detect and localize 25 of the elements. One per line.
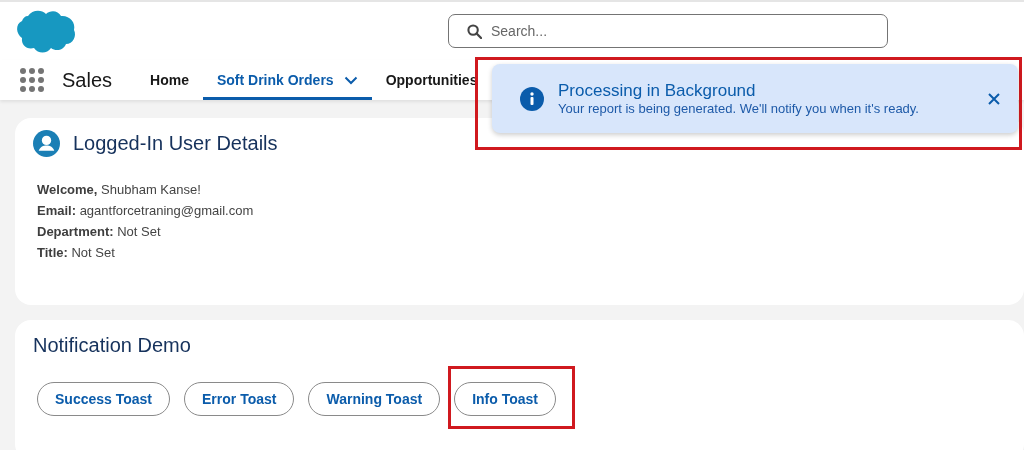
card-title: Notification Demo (33, 334, 191, 356)
toast-button[interactable]: Error Toast (184, 382, 295, 416)
detail-line: Department: Not Set (37, 223, 162, 241)
detail-line: Welcome, Shubham Kanse! (37, 181, 202, 199)
toast-button[interactable]: Warning Toast (308, 382, 441, 416)
nav-tab[interactable]: Home (136, 60, 203, 100)
chevron-down-icon (343, 75, 358, 85)
app-name: Sales (62, 68, 113, 92)
search-field[interactable]: Search... (448, 14, 888, 48)
info-icon (520, 86, 544, 111)
detail-line: Title: Not Set (37, 244, 116, 262)
nav-tab[interactable]: Soft Drink Orders (202, 60, 372, 100)
user-icon (33, 130, 60, 157)
close-button[interactable] (988, 92, 1000, 105)
app-launcher-icon[interactable] (20, 68, 44, 92)
search-icon (467, 24, 482, 39)
toast-button[interactable]: Success Toast (37, 382, 170, 416)
toast-message: Your report is being generated. We'll notify you when it's ready. (558, 101, 920, 116)
cloud-logo (14, 8, 78, 54)
detail-line: Email: agantforcetraning@gmail.com (37, 202, 255, 220)
card-title: Logged-In User Details (73, 132, 278, 155)
nav-tab[interactable]: Opportunities (371, 60, 492, 100)
toast-button[interactable]: Info Toast (454, 382, 556, 416)
close-icon (988, 92, 1000, 105)
toast-title: Processing in Background (558, 81, 757, 101)
